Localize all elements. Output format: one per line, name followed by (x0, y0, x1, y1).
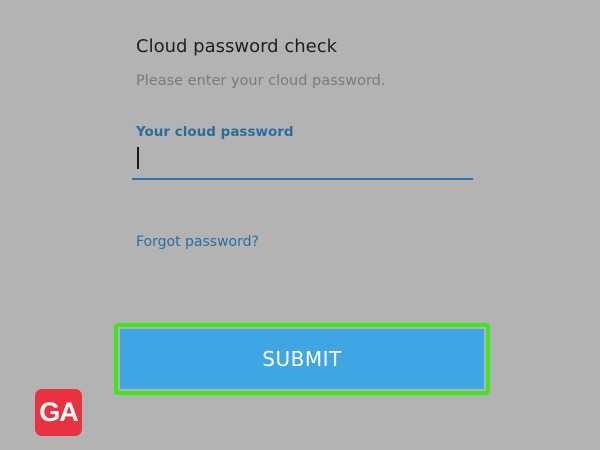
password-input[interactable] (132, 143, 473, 180)
dialog-title: Cloud password check (136, 36, 338, 57)
submit-button[interactable]: SUBMIT (120, 329, 484, 389)
text-cursor (137, 147, 139, 169)
dialog-subtitle: Please enter your cloud password. (136, 73, 386, 89)
forgot-password-link[interactable]: Forgot password? (136, 234, 259, 250)
password-dialog: Cloud password check Please enter your c… (0, 0, 600, 450)
ga-logo: GA (35, 389, 82, 436)
password-field-label: Your cloud password (136, 124, 294, 140)
